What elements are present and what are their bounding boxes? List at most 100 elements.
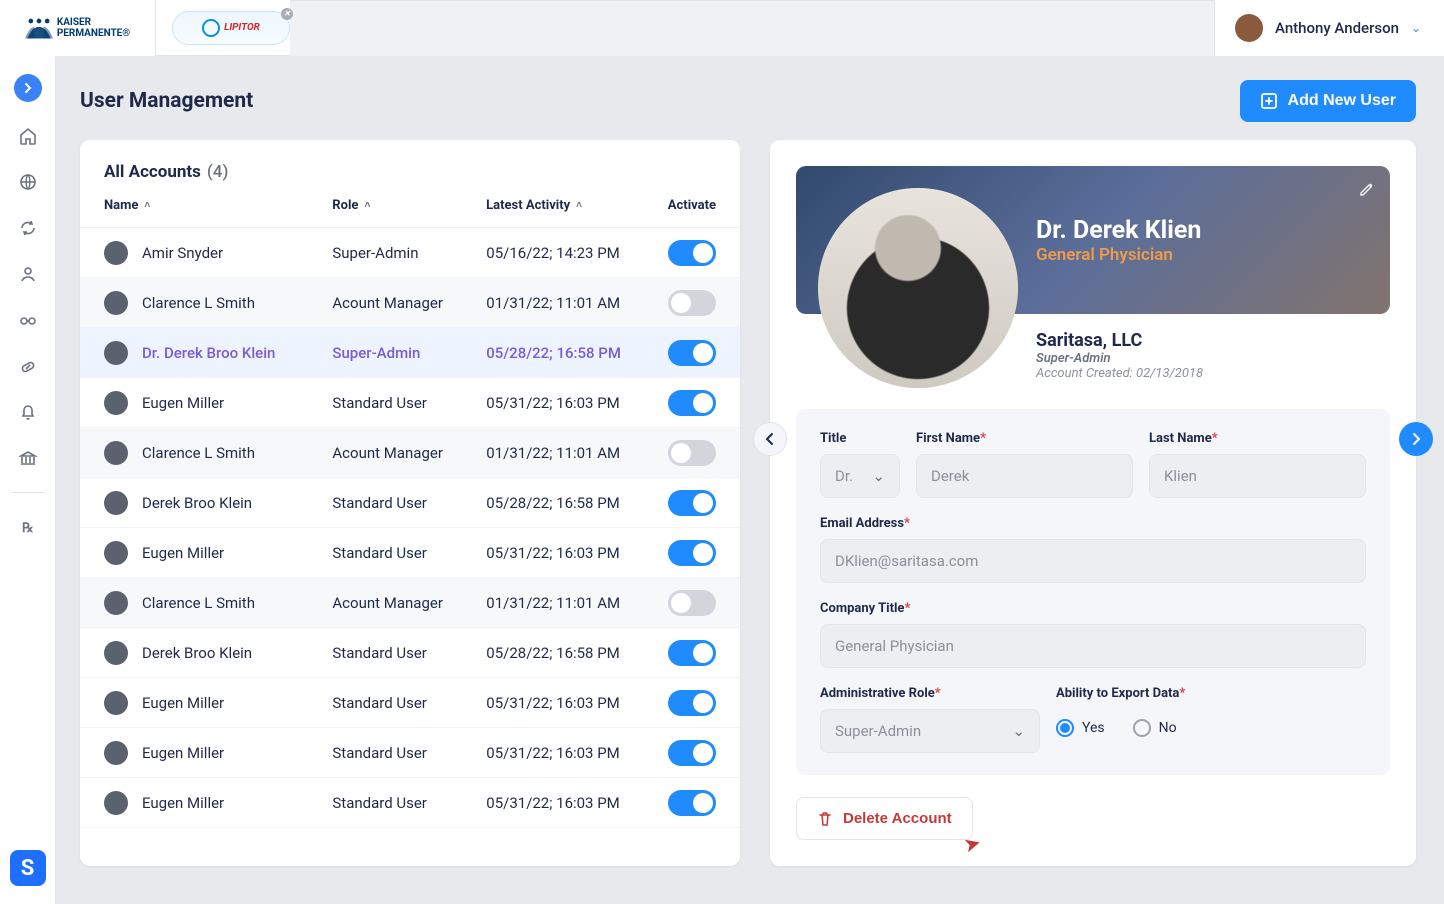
table-row[interactable]: Eugen MillerStandard User05/31/22; 16:03… [80, 678, 740, 728]
brand-logo[interactable]: KAISERPERMANENTE® [0, 0, 156, 56]
accounts-table: All Accounts(4) Name˄ Role˄ Latest Activ… [80, 140, 740, 866]
cell-activity: 05/28/22; 16:58 PM [486, 344, 668, 362]
chevron-right-icon [21, 81, 35, 95]
sidebar: ℞ S [0, 56, 56, 904]
cell-activity: 01/31/22; 11:01 AM [486, 594, 668, 612]
cell-activity: 01/31/22; 11:01 AM [486, 444, 668, 462]
table-row[interactable]: Amir SnyderSuper-Admin05/16/22; 14:23 PM [80, 228, 740, 278]
table-count: (4) [207, 162, 229, 182]
sort-icon: ˄ [576, 200, 582, 211]
table-row[interactable]: Derek Broo KleinStandard User05/28/22; 1… [80, 628, 740, 678]
firstname-label: First Name* [916, 431, 1133, 446]
lipitor-badge[interactable]: LIPITOR ✕ [172, 11, 290, 45]
table-row[interactable]: Clarence L SmithAcount Manager01/31/22; … [80, 578, 740, 628]
content: User Management Add New User All Account… [56, 56, 1444, 904]
chevron-down-icon: ⌄ [872, 467, 885, 485]
table-row[interactable]: Clarence L SmithAcount Manager01/31/22; … [80, 428, 740, 478]
pill-icon[interactable] [16, 354, 40, 378]
cell-activity: 05/31/22; 16:03 PM [486, 394, 668, 412]
glasses-icon[interactable] [16, 308, 40, 332]
export-no-radio[interactable]: No [1133, 719, 1177, 737]
cell-activity: 01/31/22; 11:01 AM [486, 294, 668, 312]
table-row[interactable]: Clarence L SmithAcount Manager01/31/22; … [80, 278, 740, 328]
table-row[interactable]: Eugen MillerStandard User05/31/22; 16:03… [80, 528, 740, 578]
row-avatar [104, 341, 128, 365]
activate-toggle[interactable] [668, 390, 716, 416]
bottom-badge[interactable]: S [10, 850, 46, 886]
sidebar-toggle[interactable] [14, 74, 42, 102]
activate-toggle[interactable] [668, 740, 716, 766]
profile-hero: Dr. Derek Klien General Physician [796, 166, 1390, 314]
bell-icon[interactable] [16, 400, 40, 424]
export-yes-radio[interactable]: Yes [1056, 719, 1105, 737]
col-role[interactable]: Role˄ [332, 198, 486, 213]
activate-toggle[interactable] [668, 340, 716, 366]
svg-text:℞: ℞ [22, 521, 34, 536]
add-button-label: Add New User [1288, 92, 1396, 110]
cell-activity: 05/31/22; 16:03 PM [486, 544, 668, 562]
profile-form: Title Dr. ⌄ First Name* Derek Last Name* [796, 409, 1390, 775]
bank-icon[interactable] [16, 446, 40, 470]
table-row[interactable]: Eugen MillerStandard User05/31/22; 16:03… [80, 728, 740, 778]
delete-account-button[interactable]: Delete Account ➤ [796, 797, 973, 840]
cell-role: Super-Admin [332, 344, 486, 362]
lipitor-text: LIPITOR [224, 22, 260, 33]
close-icon[interactable]: ✕ [281, 8, 293, 20]
rx-icon[interactable]: ℞ [16, 515, 40, 539]
user-detail-card: Dr. Derek Klien General Physician Sarita… [770, 140, 1416, 866]
profile-avatar [818, 188, 1018, 388]
row-avatar [104, 691, 128, 715]
user-menu[interactable]: Anthony Anderson ⌄ [1214, 0, 1444, 56]
row-avatar [104, 441, 128, 465]
row-avatar [104, 641, 128, 665]
activate-toggle[interactable] [668, 640, 716, 666]
next-button[interactable] [1399, 422, 1433, 456]
email-input[interactable]: DKlien@saritasa.com [820, 539, 1366, 583]
company-title-input[interactable]: General Physician [820, 624, 1366, 668]
col-activity[interactable]: Latest Activity˄ [486, 198, 668, 213]
activate-toggle[interactable] [668, 790, 716, 816]
sync-icon[interactable] [16, 216, 40, 240]
table-header: Name˄ Role˄ Latest Activity˄ Activate [80, 198, 740, 228]
activate-toggle[interactable] [668, 690, 716, 716]
cell-toggle [668, 390, 716, 416]
activate-toggle[interactable] [668, 240, 716, 266]
title-select[interactable]: Dr. ⌄ [820, 454, 900, 498]
activate-toggle[interactable] [668, 440, 716, 466]
avatar [1235, 14, 1263, 42]
export-label: Ability to Export Data* [1056, 686, 1366, 701]
sort-icon: ˄ [144, 200, 150, 211]
row-avatar [104, 491, 128, 515]
cell-name: Clarence L Smith [104, 291, 332, 315]
cell-toggle [668, 540, 716, 566]
activate-toggle[interactable] [668, 490, 716, 516]
row-avatar [104, 291, 128, 315]
add-new-user-button[interactable]: Add New User [1240, 80, 1416, 122]
cell-role: Acount Manager [332, 294, 486, 312]
edit-icon[interactable] [1358, 180, 1376, 198]
lastname-input[interactable]: Klien [1149, 454, 1366, 498]
table-row[interactable]: Derek Broo KleinStandard User05/28/22; 1… [80, 478, 740, 528]
cell-activity: 05/28/22; 16:58 PM [486, 494, 668, 512]
table-row[interactable]: Dr. Derek Broo KleinSuper-Admin05/28/22;… [80, 328, 740, 378]
activate-toggle[interactable] [668, 290, 716, 316]
user-group-icon[interactable] [16, 262, 40, 286]
prev-button[interactable] [753, 422, 787, 456]
chevron-right-icon [1410, 432, 1422, 446]
table-title: All Accounts(4) [80, 140, 740, 198]
chevron-down-icon: ⌄ [1411, 21, 1421, 35]
home-icon[interactable] [16, 124, 40, 148]
table-row[interactable]: Eugen MillerStandard User05/31/22; 16:03… [80, 778, 740, 828]
cell-activity: 05/31/22; 16:03 PM [486, 794, 668, 812]
activate-toggle[interactable] [668, 590, 716, 616]
page-title: User Management [80, 89, 253, 113]
firstname-input[interactable]: Derek [916, 454, 1133, 498]
activate-toggle[interactable] [668, 540, 716, 566]
sort-icon: ˄ [364, 200, 370, 211]
col-name[interactable]: Name˄ [104, 198, 332, 213]
col-activate: Activate [668, 198, 716, 213]
table-row[interactable]: Eugen MillerStandard User05/31/22; 16:03… [80, 378, 740, 428]
cell-toggle [668, 440, 716, 466]
globe-icon[interactable] [16, 170, 40, 194]
admin-role-select[interactable]: Super-Admin ⌄ [820, 709, 1040, 753]
